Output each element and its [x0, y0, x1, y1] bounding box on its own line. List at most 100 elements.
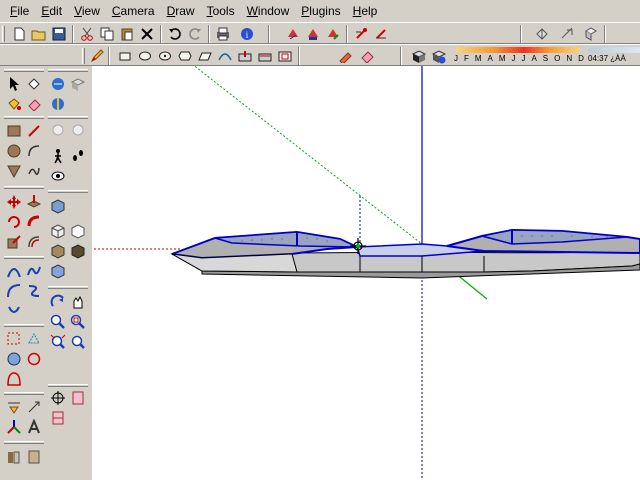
- zoom-extents-icon[interactable]: [48, 332, 68, 352]
- save-icon[interactable]: [50, 25, 68, 43]
- materials-window-icon[interactable]: [68, 74, 88, 94]
- erase-icon[interactable]: [138, 25, 156, 43]
- cut-icon[interactable]: [78, 25, 96, 43]
- circle-red-icon[interactable]: [24, 349, 44, 369]
- menu-tools[interactable]: Tools: [201, 2, 241, 20]
- components-icon[interactable]: [304, 25, 322, 43]
- line-tool-icon[interactable]: [24, 121, 44, 141]
- walk-tool-icon[interactable]: [4, 447, 24, 467]
- doors-tool-icon[interactable]: [24, 447, 44, 467]
- arc-tool-icon[interactable]: [24, 141, 44, 161]
- tape-measure-icon[interactable]: [4, 329, 24, 349]
- palette-grip[interactable]: [48, 116, 88, 119]
- scene-canvas[interactable]: [92, 66, 640, 480]
- wire-view-icon[interactable]: [68, 221, 88, 241]
- arc-draw-icon[interactable]: [4, 261, 24, 281]
- modeling-viewport[interactable]: [92, 66, 640, 480]
- palette-grip[interactable]: [48, 286, 88, 289]
- paint-icon[interactable]: [336, 47, 354, 65]
- rotate-tool-icon[interactable]: [4, 212, 24, 232]
- box-view-icon[interactable]: [48, 196, 68, 216]
- pushpull-tool-icon[interactable]: [24, 192, 44, 212]
- followme-tool-icon[interactable]: [24, 212, 44, 232]
- circle-icon[interactable]: [136, 47, 154, 65]
- open-icon[interactable]: [30, 25, 48, 43]
- polygon-icon[interactable]: [176, 47, 194, 65]
- paste-icon[interactable]: [118, 25, 136, 43]
- left-wing-side[interactable]: [171, 253, 298, 273]
- new-icon[interactable]: [10, 25, 28, 43]
- parallelogram-icon[interactable]: [196, 47, 214, 65]
- section-tool-icon[interactable]: [68, 388, 88, 408]
- text-tool-icon[interactable]: [24, 397, 44, 417]
- shadow-info-icon[interactable]: [430, 47, 448, 65]
- look-around-icon[interactable]: [582, 25, 600, 43]
- make-component-tool-icon[interactable]: [24, 74, 44, 94]
- polygon-tool-icon[interactable]: [4, 161, 24, 181]
- toolbar-grip[interactable]: [2, 26, 5, 42]
- pushpull-icon[interactable]: [236, 47, 254, 65]
- tree-icon[interactable]: [48, 121, 68, 141]
- circle-tool-icon[interactable]: [4, 141, 24, 161]
- make-component-icon[interactable]: [284, 25, 302, 43]
- redo-icon[interactable]: [186, 25, 204, 43]
- textured-view-icon[interactable]: [68, 241, 88, 261]
- footprints-icon[interactable]: [68, 146, 88, 166]
- shadow-month-slider[interactable]: J F M A M J J A S O N D: [452, 45, 584, 65]
- menu-window[interactable]: Window: [241, 2, 296, 20]
- palette-grip[interactable]: [4, 186, 44, 189]
- section-plane-icon[interactable]: [352, 25, 370, 43]
- zoom-window-icon[interactable]: [68, 312, 88, 332]
- curve-draw-icon[interactable]: [24, 261, 44, 281]
- section-fill-icon[interactable]: [48, 408, 68, 428]
- components-window-icon[interactable]: [48, 74, 68, 94]
- palette-grip[interactable]: [48, 384, 88, 387]
- offset-icon[interactable]: [276, 47, 294, 65]
- palette-grip[interactable]: [48, 69, 88, 72]
- arc-icon[interactable]: [216, 47, 234, 65]
- iso-view-icon[interactable]: [48, 221, 68, 241]
- paint-bucket-icon[interactable]: [4, 94, 24, 114]
- scale-tool-icon[interactable]: [4, 232, 24, 252]
- freehand-tool-icon[interactable]: [24, 161, 44, 181]
- palette-grip[interactable]: [4, 256, 44, 259]
- toolbar-grip[interactable]: [82, 48, 85, 64]
- menu-help[interactable]: Help: [347, 2, 384, 20]
- undo-icon[interactable]: [166, 25, 184, 43]
- rectangle-icon[interactable]: [116, 47, 134, 65]
- circle2-icon[interactable]: [156, 47, 174, 65]
- palette-grip[interactable]: [4, 441, 44, 444]
- pages-icon[interactable]: [534, 25, 552, 43]
- walk-person-icon[interactable]: [48, 146, 68, 166]
- xray-view-icon[interactable]: [48, 261, 68, 281]
- pan-icon[interactable]: [68, 292, 88, 312]
- spline-draw-icon[interactable]: [4, 301, 24, 321]
- position-camera-icon[interactable]: [48, 388, 68, 408]
- palette-grip[interactable]: [4, 69, 44, 72]
- model-info-icon[interactable]: i: [238, 25, 256, 43]
- offset-tool-icon[interactable]: [24, 232, 44, 252]
- copy-icon[interactable]: [98, 25, 116, 43]
- eye-icon[interactable]: [48, 166, 68, 186]
- spiral-draw-icon[interactable]: [24, 281, 44, 301]
- move-tool-icon[interactable]: [4, 192, 24, 212]
- palette-grip[interactable]: [4, 116, 44, 119]
- rectangle-tool-icon[interactable]: [4, 121, 24, 141]
- palette-grip[interactable]: [4, 324, 44, 327]
- 3d-text-icon[interactable]: [24, 417, 44, 437]
- dimension-icon[interactable]: [4, 397, 24, 417]
- shadow-time-slider[interactable]: [588, 47, 640, 53]
- print-icon[interactable]: [214, 25, 232, 43]
- menu-camera[interactable]: Camera: [106, 2, 161, 20]
- menu-plugins[interactable]: Plugins: [295, 2, 346, 20]
- menu-draw[interactable]: Draw: [161, 2, 201, 20]
- axes-tool-icon[interactable]: [4, 417, 24, 437]
- eraser-icon[interactable]: [358, 47, 376, 65]
- component-edit-icon[interactable]: [324, 25, 342, 43]
- points-tool-icon[interactable]: [24, 329, 44, 349]
- menu-view[interactable]: View: [68, 2, 106, 20]
- pencil-icon[interactable]: [88, 47, 106, 65]
- dome-icon[interactable]: [4, 369, 24, 389]
- menu-edit[interactable]: Edit: [35, 2, 68, 20]
- follow-sphere-icon[interactable]: [48, 94, 68, 114]
